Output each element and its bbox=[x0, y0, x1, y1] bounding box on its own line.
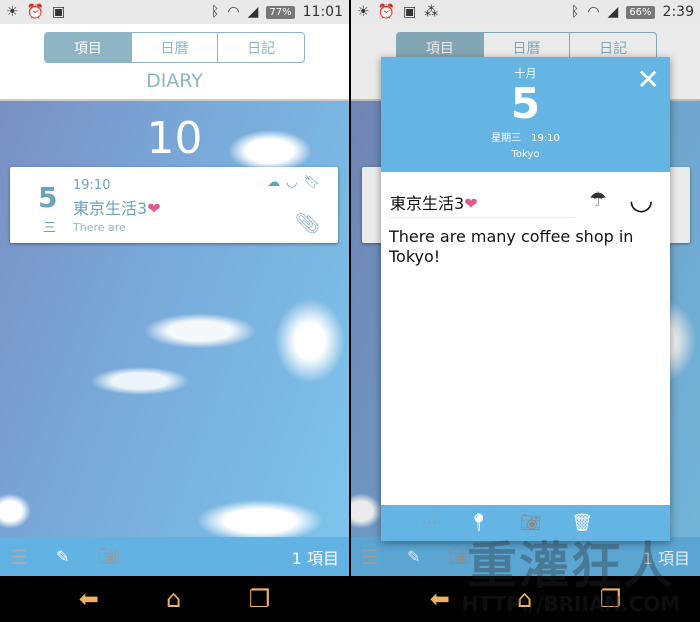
watermark-logo: 重灌狂人 HTTP://BRIIAN.COM bbox=[451, 540, 691, 616]
tab-calendar[interactable]: 日曆 bbox=[130, 33, 218, 62]
diary-entry-card[interactable]: 5 三 19:10 東京生活3❤ There are ☁ ◡ 🔖︎ 📎︎ bbox=[10, 167, 338, 243]
bluetooth-icon: ᛒ bbox=[211, 4, 220, 20]
entry-time: 19:10 bbox=[73, 178, 111, 193]
tab-items[interactable]: 項目 bbox=[45, 33, 131, 62]
camera-icon[interactable]: 📷︎ bbox=[520, 513, 542, 533]
alarm-icon: ⏰ bbox=[26, 4, 44, 20]
bookmark-icon[interactable]: 🔖︎ bbox=[303, 175, 320, 190]
entry-detail-dialog: 十月 5 星期三 19:10 Tokyo ✕ 東京生活3❤ ☂ ◡ There … bbox=[381, 57, 670, 541]
share-icon: ⁂ bbox=[424, 4, 439, 20]
brightness-icon: ☀ bbox=[6, 4, 19, 20]
menu-icon[interactable]: ☰ bbox=[10, 545, 28, 569]
left-phone-screen: ☀ ⏰ ▣ ᛒ ◠ ◢ 77% 11:01 項目 日曆 日記 DIARY 10 5 三 19… bbox=[0, 0, 349, 622]
month-number: 10 bbox=[146, 113, 203, 164]
more-icon[interactable]: ⋯ bbox=[421, 513, 438, 533]
page-title: DIARY bbox=[146, 70, 203, 92]
dialog-header: 十月 5 星期三 19:10 Tokyo ✕ bbox=[381, 57, 670, 172]
rain-cloud-icon: ☁ bbox=[267, 175, 281, 190]
signal-icon: ◢ bbox=[607, 4, 619, 20]
status-bar: ☀ ⏰ ▣ ᛒ ◠ ◢ 77% 11:01 bbox=[0, 0, 349, 24]
brightness-icon: ☀ bbox=[357, 4, 370, 20]
heart-icon: ❤ bbox=[464, 194, 478, 213]
dialog-day: 5 bbox=[510, 79, 541, 128]
entry-weekday: 三 bbox=[43, 221, 57, 236]
trash-icon[interactable]: 🗑︎ bbox=[571, 513, 593, 533]
battery-level: 66% bbox=[626, 5, 655, 19]
close-icon[interactable]: ✕ bbox=[637, 63, 660, 96]
entry-title: 東京生活3❤ bbox=[73, 195, 161, 219]
wifi-icon: ◠ bbox=[587, 4, 600, 20]
dialog-weekday-time: 星期三 19:10 bbox=[491, 133, 560, 144]
bottom-toolbar: ☰ ✎ 📷︎ 1 項目 bbox=[0, 537, 349, 576]
back-icon[interactable]: ⬅ bbox=[430, 585, 450, 613]
rain-cloud-icon[interactable]: ☂ bbox=[589, 187, 607, 211]
watermark-line2: HTTP://BRIIAN.COM bbox=[461, 592, 681, 616]
image-icon: ▣ bbox=[52, 4, 66, 20]
signal-icon: ◢ bbox=[247, 4, 259, 20]
dialog-title-field[interactable]: 東京生活3❤ bbox=[390, 190, 575, 218]
status-bar: ☀ ⏰ ▣ ⁂ ᛒ ◠ ◢ 66% 2:39 bbox=[351, 0, 700, 24]
paperclip-icon: 📎︎ bbox=[294, 211, 320, 235]
clock: 11:01 bbox=[302, 4, 343, 20]
camera-icon[interactable]: 📷︎ bbox=[97, 546, 120, 567]
location-pin-icon[interactable]: 📍︎ bbox=[468, 513, 490, 533]
dialog-location: Tokyo bbox=[511, 149, 540, 160]
sky-background: 10 5 三 19:10 東京生活3❤ There are ☁ ◡ 🔖︎ 📎︎ bbox=[0, 101, 349, 537]
navigation-bar: ⬅ ⌂ ❐ bbox=[0, 576, 349, 622]
clock: 2:39 bbox=[662, 4, 694, 20]
smile-icon[interactable]: ◡ bbox=[629, 183, 653, 216]
tab-diary[interactable]: 日記 bbox=[217, 33, 304, 62]
smile-icon: ◡ bbox=[286, 175, 298, 190]
wifi-icon: ◠ bbox=[227, 4, 240, 20]
bluetooth-icon: ᛒ bbox=[570, 4, 580, 20]
entry-day: 5 bbox=[38, 181, 58, 214]
watermark-line1: 重灌狂人 bbox=[467, 537, 675, 595]
dialog-toolbar: ⋯ 📍︎ 📷︎ 🗑︎ bbox=[381, 505, 670, 541]
dialog-title-text: 東京生活3 bbox=[390, 194, 465, 213]
battery-level: 77% bbox=[266, 5, 295, 19]
right-phone-screen: ☀ ⏰ ▣ ⁂ ᛒ ◠ ◢ 66% 2:39 項目 日曆 日記 ☰ ✎ 📷︎ 1 項目 ⬅ ⌂ ❐… bbox=[351, 0, 700, 622]
recent-apps-icon[interactable]: ❐ bbox=[249, 585, 271, 613]
back-icon[interactable]: ⬅ bbox=[79, 585, 99, 613]
home-icon[interactable]: ⌂ bbox=[166, 585, 181, 613]
entry-preview: There are bbox=[73, 221, 126, 234]
heart-icon: ❤ bbox=[147, 199, 161, 218]
entry-title-text: 東京生活3 bbox=[73, 199, 148, 218]
pencil-icon[interactable]: ✎ bbox=[56, 547, 69, 566]
dialog-body-text[interactable]: There are many coffee shop in Tokyo! bbox=[389, 227, 662, 267]
image-icon: ▣ bbox=[403, 4, 417, 20]
item-count: 1 項目 bbox=[291, 548, 339, 568]
dialog-month: 十月 bbox=[514, 67, 537, 80]
app-header: 項目 日曆 日記 DIARY bbox=[0, 24, 349, 101]
tab-bar: 項目 日曆 日記 bbox=[44, 32, 305, 63]
alarm-icon: ⏰ bbox=[377, 4, 395, 20]
